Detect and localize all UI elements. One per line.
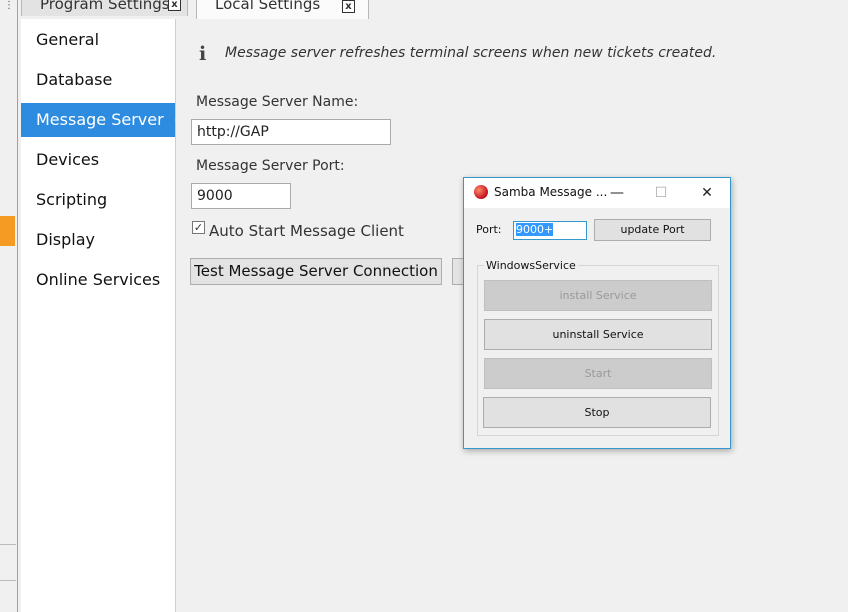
tab-label: Local Settings — [215, 0, 321, 13]
left-panel-edge: ⋮ — [0, 0, 18, 612]
info-icon: i — [199, 43, 207, 65]
nav-item-scripting[interactable]: Scripting — [21, 183, 175, 217]
divider — [0, 544, 16, 545]
server-name-input[interactable] — [191, 119, 391, 145]
server-port-input[interactable] — [191, 183, 291, 209]
nav-item-database[interactable]: Database — [21, 63, 175, 97]
test-connection-button[interactable]: Test Message Server Connection — [190, 258, 442, 285]
dialog-port-input[interactable]: 9000+ — [513, 221, 587, 240]
nav-item-general[interactable]: General — [21, 23, 175, 57]
close-icon[interactable]: ✕ — [692, 181, 722, 205]
nav-item-devices[interactable]: Devices — [21, 143, 175, 177]
tab-label: Program Settings — [40, 0, 170, 13]
update-port-button[interactable]: update Port — [594, 219, 711, 241]
windows-service-label: WindowsService — [484, 259, 578, 272]
server-name-label: Message Server Name: — [196, 94, 359, 110]
settings-nav: General Database Message Server Devices … — [21, 19, 183, 612]
stop-button[interactable]: Stop — [483, 397, 711, 428]
tab-program-settings[interactable]: Program Settings x — [21, 0, 188, 16]
dialog-title: Samba Message ... — [494, 185, 608, 199]
nav-item-display[interactable]: Display — [21, 223, 175, 257]
auto-start-checkbox[interactable]: ✓ — [192, 221, 205, 234]
nav-item-message-server[interactable]: Message Server — [21, 103, 183, 137]
maximize-icon[interactable]: ☐ — [646, 181, 676, 205]
divider — [0, 580, 16, 581]
close-icon[interactable]: x — [168, 0, 181, 11]
close-icon[interactable]: x — [342, 0, 355, 13]
info-message: Message server refreshes terminal screen… — [225, 45, 717, 61]
minimize-icon[interactable]: — — [602, 181, 632, 205]
overflow-dots-icon: ⋮ — [4, 0, 14, 11]
uninstall-service-button[interactable]: uninstall Service — [484, 319, 712, 350]
tab-local-settings[interactable]: Local Settings x — [196, 0, 369, 19]
install-service-button[interactable]: install Service — [484, 280, 712, 311]
auto-start-label: Auto Start Message Client — [209, 222, 404, 240]
samba-message-dialog: Samba Message ... — ☐ ✕ Port: 9000+ upda… — [463, 177, 731, 449]
port-value-selected: 9000+ — [516, 223, 554, 236]
start-button[interactable]: Start — [484, 358, 712, 389]
server-port-label: Message Server Port: — [196, 158, 345, 174]
dialog-title-bar[interactable]: Samba Message ... — ☐ ✕ — [464, 178, 730, 208]
app-icon — [474, 185, 488, 199]
dialog-port-label: Port: — [476, 223, 502, 236]
orange-marker — [0, 216, 15, 246]
nav-item-online-services[interactable]: Online Services — [21, 263, 175, 297]
